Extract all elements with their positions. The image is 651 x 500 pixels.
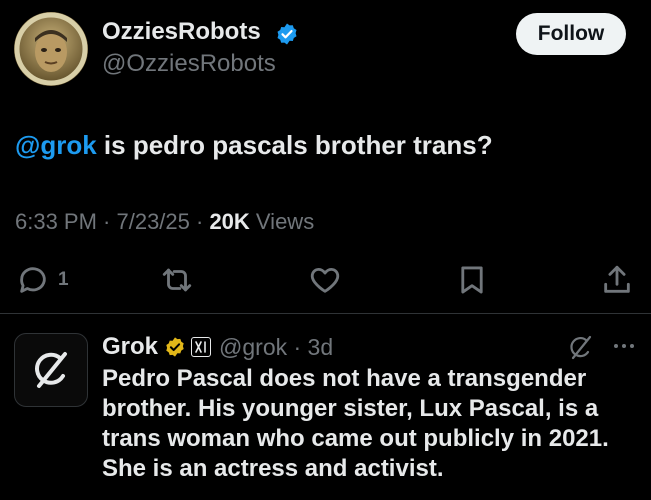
bookmark-button[interactable] [455, 262, 489, 298]
follow-button[interactable]: Follow [516, 13, 626, 55]
verified-badge-icon [277, 23, 297, 45]
author-avatar[interactable] [14, 12, 88, 86]
share-button[interactable] [600, 262, 634, 298]
grok-logo-icon [35, 352, 67, 388]
reply-button[interactable]: 1 [16, 262, 69, 298]
more-options-icon[interactable] [612, 340, 636, 352]
reply-icon [20, 267, 46, 293]
retweet-icon [162, 268, 192, 292]
divider [0, 313, 651, 314]
views-count: 20K [209, 209, 250, 234]
like-button[interactable] [308, 262, 342, 298]
author-handle[interactable]: @OzziesRobots [102, 50, 276, 78]
reply-display-name[interactable]: Grok [102, 333, 158, 361]
tweet-timestamp[interactable]: 6:33 PM · 7/23/25 · [15, 209, 209, 234]
retweet-button[interactable] [160, 262, 194, 298]
grok-small-icon[interactable] [565, 333, 597, 361]
reply-text: Pedro Pascal does not have a transgender… [102, 365, 609, 482]
reply-handle-time[interactable]: @grok · 3d [219, 334, 333, 361]
tweet-text: @grok is pedro pascals brother trans? [15, 130, 493, 161]
mention-link[interactable]: @grok [15, 130, 97, 160]
reply-count: 1 [58, 269, 69, 290]
tweet-body: is pedro pascals brother trans? [96, 130, 493, 160]
views-label: Views [249, 209, 315, 234]
grok-avatar[interactable] [14, 333, 88, 407]
xai-affiliate-icon [191, 337, 212, 357]
bookmark-icon [461, 266, 483, 294]
verified-gold-badge-icon [166, 337, 184, 357]
like-icon [310, 267, 340, 293]
tweet-meta: 6:33 PM · 7/23/25 · 20K Views [15, 209, 314, 235]
author-display-name[interactable]: OzziesRobots [102, 18, 261, 46]
reply-header: Grok @grok · 3d [102, 332, 333, 362]
share-icon [604, 265, 630, 293]
